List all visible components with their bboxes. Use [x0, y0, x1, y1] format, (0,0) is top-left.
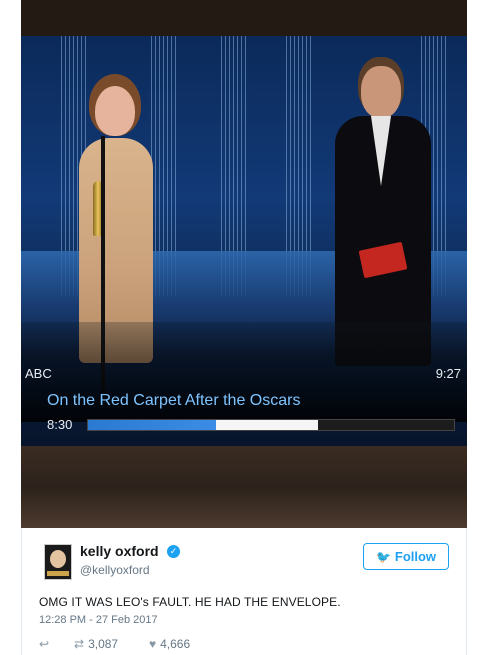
tweet-photo[interactable]: ABC 9:27 On the Red Carpet After the Osc… — [21, 0, 467, 528]
tv-guide-overlay: ABC 9:27 On the Red Carpet After the Osc… — [21, 322, 467, 432]
presenter-man — [331, 66, 436, 366]
tweet-card: kelly oxford ✓ @kellyoxford 🐦 Follow OMG … — [21, 528, 467, 655]
woman-head — [95, 86, 135, 136]
retweet-button[interactable]: ⇄ 3,087 — [74, 637, 118, 651]
tweet-timestamp[interactable]: 12:28 PM - 27 Feb 2017 — [39, 614, 158, 626]
author-name[interactable]: kelly oxford — [80, 543, 159, 559]
program-start-time: 8:30 — [47, 417, 73, 432]
twitter-bird-icon: 🐦 — [375, 550, 391, 564]
verified-badge-icon: ✓ — [167, 545, 180, 558]
man-head — [361, 66, 401, 118]
progress-fill — [88, 420, 216, 430]
avatar-band — [47, 571, 69, 576]
follow-button[interactable]: 🐦 Follow — [363, 543, 449, 570]
reply-icon: ↩ — [39, 637, 50, 651]
follow-label: Follow — [394, 549, 437, 564]
tv-clock: 9:27 — [435, 366, 461, 381]
retweet-icon: ⇄ — [74, 637, 85, 651]
tv-bezel — [21, 0, 467, 36]
like-count: 4,666 — [160, 637, 191, 651]
tweet-text: OMG IT WAS LEO's FAULT. HE HAD THE ENVEL… — [39, 595, 341, 609]
program-progress-bar — [87, 419, 455, 431]
author-handle[interactable]: @kellyoxford — [80, 563, 150, 577]
avatar[interactable] — [44, 544, 72, 580]
tv-screen: ABC 9:27 On the Red Carpet After the Osc… — [21, 36, 467, 446]
network-label: ABC — [25, 366, 52, 381]
tv-stand — [21, 446, 467, 528]
program-title: On the Red Carpet After the Oscars — [47, 392, 301, 409]
avatar-face — [50, 550, 66, 568]
progress-buffer — [216, 420, 318, 430]
reply-button[interactable]: ↩ — [39, 637, 53, 651]
heart-icon: ♥ — [149, 637, 157, 651]
like-button[interactable]: ♥ 4,666 — [149, 637, 190, 651]
retweet-count: 3,087 — [88, 637, 119, 651]
